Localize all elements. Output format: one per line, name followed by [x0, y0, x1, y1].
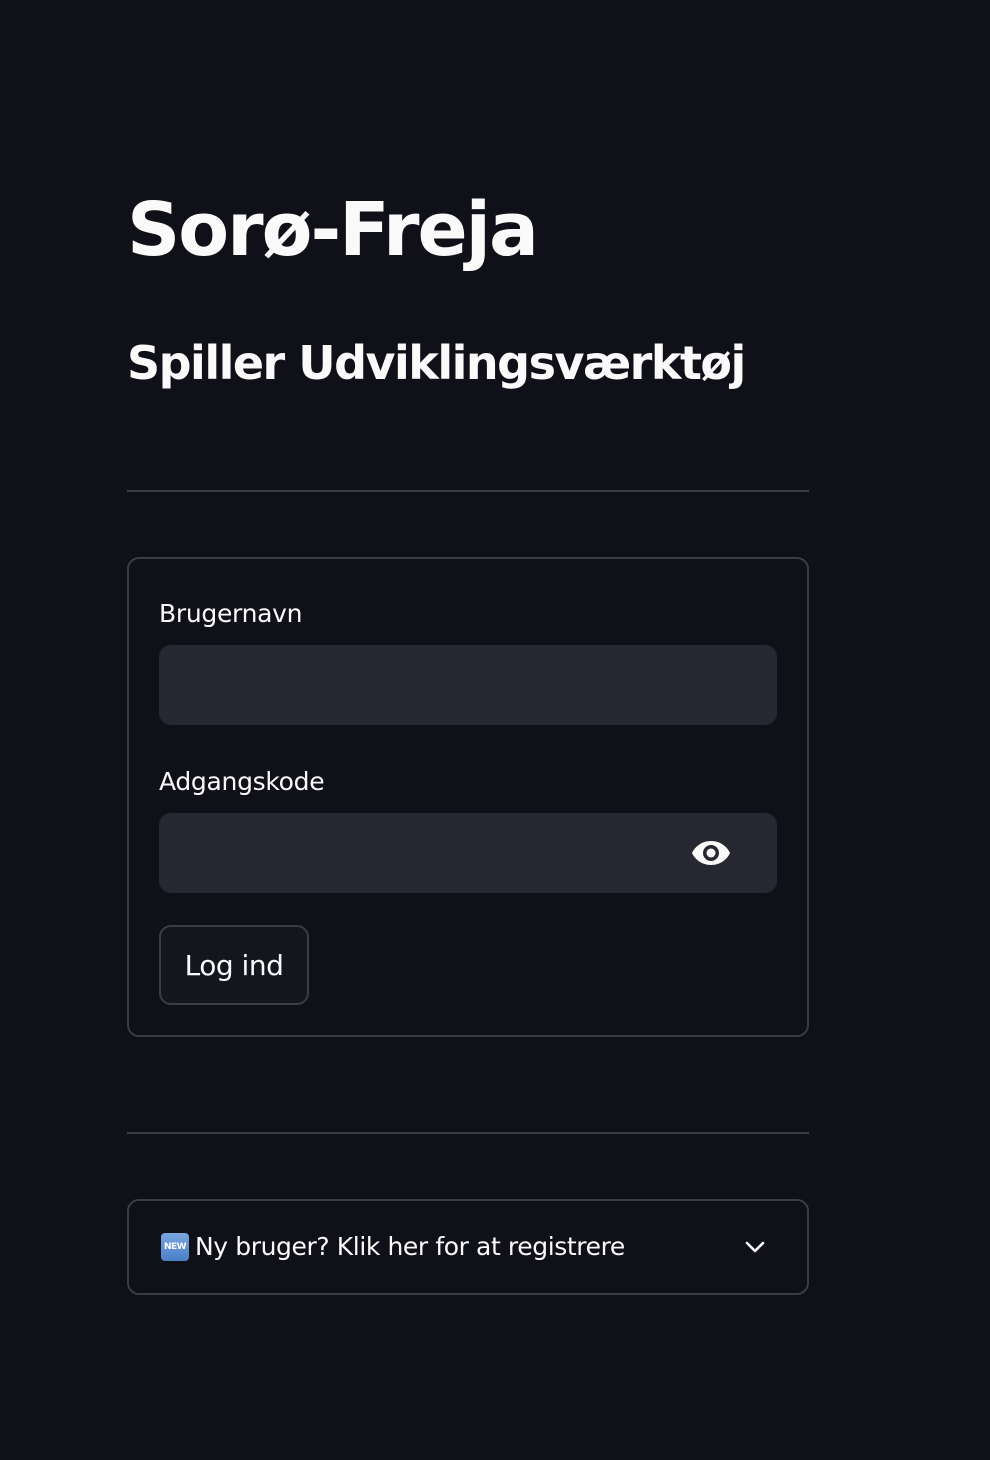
username-input[interactable] — [159, 645, 777, 725]
show-password-toggle[interactable] — [687, 835, 735, 871]
page-subtitle: Spiller Udviklingsværktøj — [127, 336, 746, 390]
register-expander-label: Ny bruger? Klik her for at registrere — [195, 1232, 625, 1261]
new-badge-icon: NEW — [161, 1233, 189, 1261]
login-form: Brugernavn Adgangskode Log ind — [127, 557, 809, 1037]
divider-bottom — [127, 1132, 809, 1134]
register-expander[interactable]: NEW Ny bruger? Klik her for at registrer… — [127, 1199, 809, 1295]
chevron-down-icon — [745, 1241, 765, 1253]
divider-top — [127, 490, 809, 492]
eye-icon — [692, 841, 730, 865]
password-field-container — [159, 813, 777, 893]
username-field-container — [159, 645, 777, 725]
login-button[interactable]: Log ind — [159, 925, 309, 1005]
password-label: Adgangskode — [159, 767, 325, 796]
username-label: Brugernavn — [159, 599, 303, 628]
page-title: Sorø-Freja — [127, 187, 539, 273]
password-input[interactable] — [159, 813, 777, 893]
